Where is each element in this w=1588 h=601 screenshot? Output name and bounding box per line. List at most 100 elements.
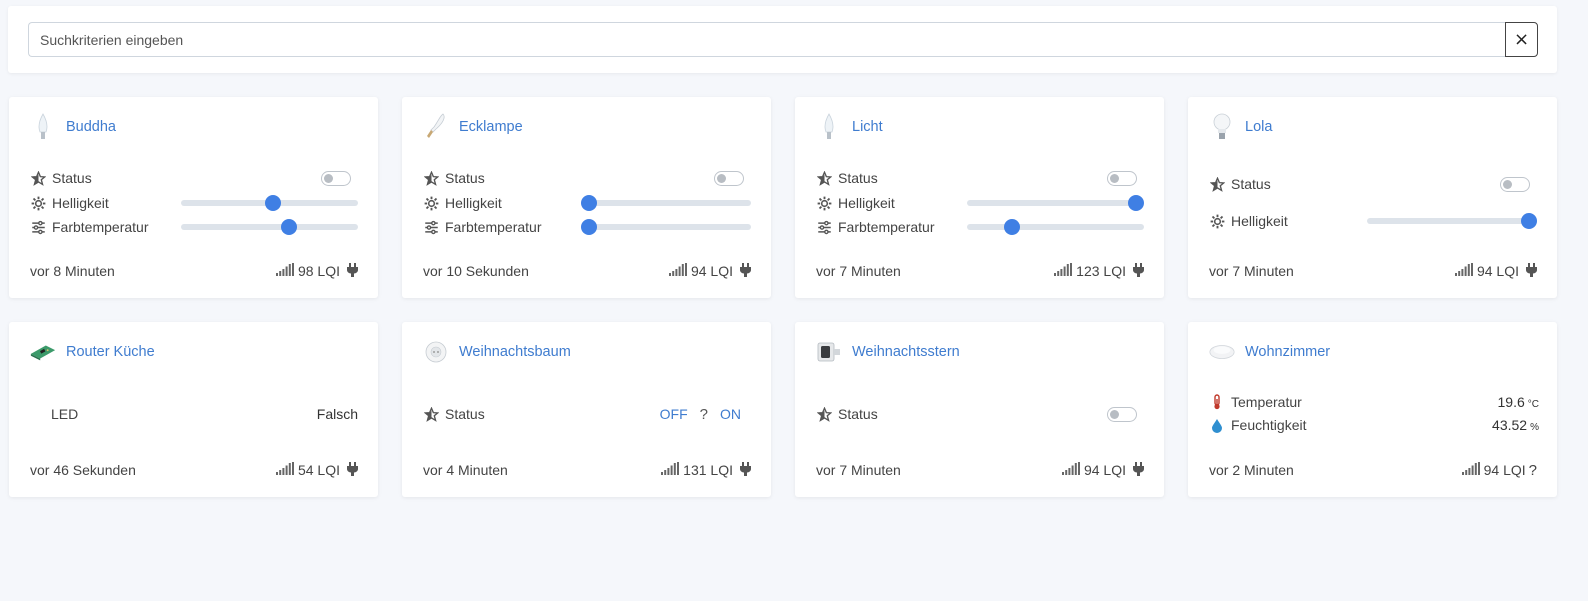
- status-toggle[interactable]: [1500, 176, 1530, 192]
- temperature-unit: °C: [1527, 399, 1539, 410]
- signal-icon: [1454, 263, 1473, 279]
- plug-icon: [347, 262, 358, 280]
- candle-bulb-icon: [29, 111, 57, 143]
- lqi-value: 54 LQI: [297, 462, 340, 478]
- colortemp-slider[interactable]: [581, 219, 751, 235]
- device-name-link[interactable]: Weihnachtsstern: [852, 344, 960, 360]
- status-toggle[interactable]: [321, 170, 351, 186]
- colortemp-label: Farbtemperatur: [445, 219, 542, 235]
- colortemp-label: Farbtemperatur: [52, 219, 149, 235]
- slider-knob[interactable]: [581, 219, 597, 235]
- on-button[interactable]: ON: [720, 406, 741, 422]
- brightness-slider[interactable]: [967, 195, 1144, 211]
- unknown-state-indicator: ?: [699, 405, 708, 423]
- brightness-icon: [423, 195, 439, 211]
- water-drop-icon: [1209, 417, 1225, 433]
- candle-bulb-icon: [815, 111, 843, 143]
- lqi-value: 94 LQI: [690, 263, 733, 279]
- device-name-link[interactable]: Buddha: [66, 119, 116, 135]
- search-panel: ×: [8, 6, 1557, 73]
- plug-icon: [347, 461, 358, 479]
- temperature-label: Temperatur: [1231, 394, 1302, 410]
- lqi-value: 94 LQI: [1083, 462, 1126, 478]
- colortemp-slider[interactable]: [967, 219, 1144, 235]
- device-card-router-kueche: Router Küche LED Falsch vor 46 Sekunden …: [9, 322, 378, 497]
- brightness-icon: [1209, 213, 1225, 229]
- colortemp-slider[interactable]: [181, 219, 358, 235]
- circuit-board-icon: [29, 336, 57, 368]
- device-card-buddha: Buddha Status Helligkeit Farbtemperatur …: [9, 97, 378, 298]
- slider-knob[interactable]: [1004, 219, 1021, 235]
- search-input[interactable]: [28, 22, 1505, 57]
- status-label: Status: [838, 170, 878, 186]
- sliders-icon: [816, 219, 832, 235]
- brightness-slider[interactable]: [181, 195, 358, 211]
- brightness-icon: [816, 195, 832, 211]
- smart-plug-icon: [422, 336, 450, 368]
- plug-icon: [740, 262, 751, 280]
- sensor-icon: [1208, 336, 1236, 368]
- status-toggle[interactable]: [1107, 170, 1137, 186]
- last-seen: vor 7 Minuten: [816, 263, 901, 279]
- signal-icon: [275, 263, 294, 279]
- status-label: Status: [445, 406, 485, 422]
- smart-socket-icon: [815, 336, 843, 368]
- thermometer-icon: [1209, 394, 1225, 410]
- sliders-icon: [423, 219, 439, 235]
- clear-search-button[interactable]: ×: [1505, 22, 1538, 57]
- slider-knob[interactable]: [280, 219, 297, 235]
- bulb-icon: [1208, 111, 1236, 143]
- humidity-unit: %: [1530, 422, 1539, 433]
- status-toggle[interactable]: [714, 170, 744, 186]
- signal-icon: [1061, 462, 1080, 478]
- star-icon: [30, 170, 46, 186]
- brightness-label: Helligkeit: [52, 195, 109, 211]
- last-seen: vor 7 Minuten: [816, 462, 901, 478]
- slider-knob[interactable]: [1521, 213, 1537, 229]
- last-seen: vor 2 Minuten: [1209, 462, 1294, 478]
- status-label: Status: [52, 170, 92, 186]
- plug-icon: [1133, 262, 1144, 280]
- led-label: LED: [51, 406, 79, 422]
- humidity-value: 43.52: [1492, 417, 1528, 433]
- star-icon: [423, 406, 439, 422]
- brightness-slider[interactable]: [1367, 213, 1537, 229]
- signal-icon: [1461, 462, 1480, 478]
- device-name-link[interactable]: Ecklampe: [459, 119, 523, 135]
- device-card-weihnachtsbaum: Weihnachtsbaum Status OFF ? ON vor 4 Min…: [402, 322, 771, 497]
- last-seen: vor 46 Sekunden: [30, 462, 136, 478]
- device-name-link[interactable]: Wohnzimmer: [1245, 344, 1330, 360]
- star-icon: [816, 406, 832, 422]
- signal-icon: [661, 462, 680, 478]
- status-toggle[interactable]: [1107, 406, 1137, 422]
- device-card-ecklampe: Ecklampe Status Helligkeit Farbtemperatu…: [402, 97, 771, 298]
- signal-icon: [275, 462, 294, 478]
- last-seen: vor 10 Sekunden: [423, 263, 529, 279]
- colortemp-label: Farbtemperatur: [838, 219, 935, 235]
- signal-icon: [668, 263, 687, 279]
- device-card-wohnzimmer: Wohnzimmer Temperatur 19.6 °C Feuchtigkei…: [1188, 322, 1557, 497]
- temperature-value: 19.6: [1497, 394, 1525, 410]
- brightness-slider[interactable]: [581, 195, 751, 211]
- device-name-link[interactable]: Licht: [852, 119, 883, 135]
- plug-icon: [1526, 262, 1537, 280]
- slider-knob[interactable]: [264, 195, 281, 211]
- status-label: Status: [1231, 176, 1271, 192]
- signal-icon: [1054, 263, 1073, 279]
- off-button[interactable]: OFF: [660, 406, 688, 422]
- brightness-label: Helligkeit: [445, 195, 502, 211]
- brightness-label: Helligkeit: [1231, 213, 1288, 229]
- led-value: Falsch: [316, 406, 358, 422]
- brightness-icon: [30, 195, 46, 211]
- device-name-link[interactable]: Router Küche: [66, 344, 155, 360]
- device-card-lola: Lola Status Helligkeit vor 7 Minuten 94 …: [1188, 97, 1557, 298]
- device-card-weihnachtsstern: Weihnachtsstern Status vor 7 Minuten 94 …: [795, 322, 1164, 497]
- slider-knob[interactable]: [581, 195, 597, 211]
- last-seen: vor 8 Minuten: [30, 263, 115, 279]
- humidity-label: Feuchtigkeit: [1231, 417, 1307, 433]
- device-name-link[interactable]: Weihnachtsbaum: [459, 344, 571, 360]
- slider-knob[interactable]: [1128, 195, 1144, 211]
- device-name-link[interactable]: Lola: [1245, 119, 1272, 135]
- last-seen: vor 4 Minuten: [423, 462, 508, 478]
- status-label: Status: [445, 170, 485, 186]
